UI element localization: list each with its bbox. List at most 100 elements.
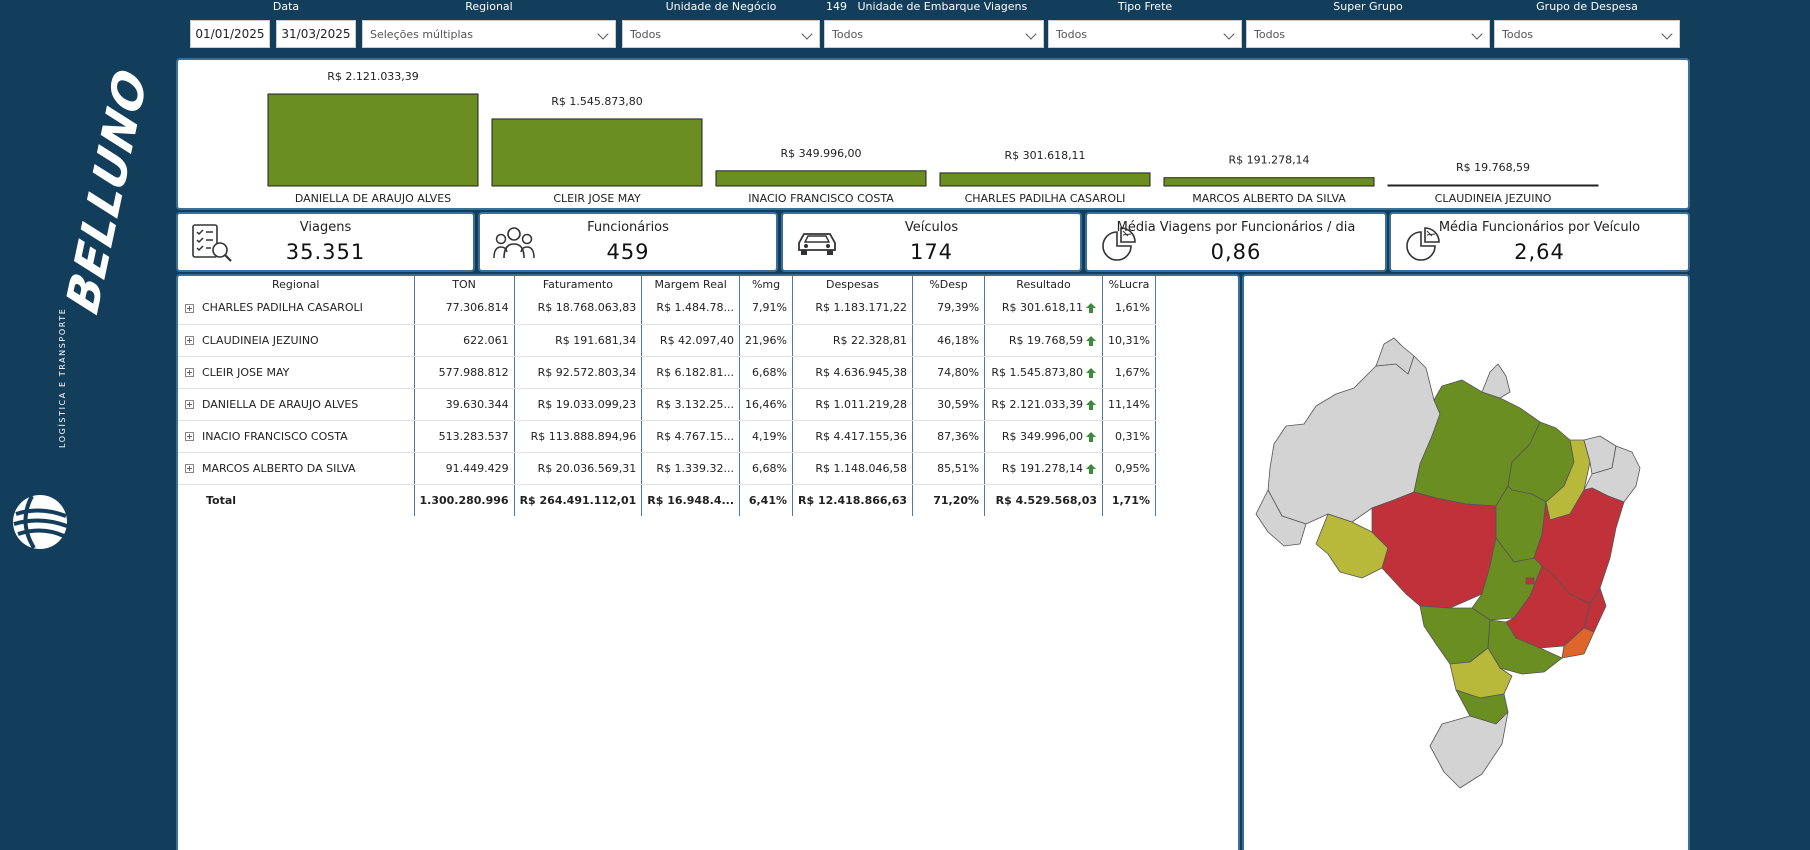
expand-icon[interactable] xyxy=(185,368,194,377)
super-grupo-dropdown[interactable]: Todos xyxy=(1246,20,1490,48)
bar[interactable] xyxy=(267,93,479,187)
expand-icon[interactable] xyxy=(185,303,194,313)
regional-dropdown[interactable]: Seleções múltiplas xyxy=(362,20,616,48)
col-header-ton[interactable]: TON xyxy=(414,276,515,292)
row-cell: R$ 3.132.25... xyxy=(641,388,741,421)
row-cell: R$ 191.681,34 xyxy=(514,324,643,357)
bar-value-label: R$ 191.278,14 xyxy=(1228,154,1309,167)
total-cell: R$ 4.529.568,03 xyxy=(984,484,1104,516)
globe-logo-icon xyxy=(13,495,68,550)
bar[interactable] xyxy=(1387,184,1599,187)
kpi-value: 35.351 xyxy=(285,240,366,264)
kpi-label: Média Viagens por Funcionários / dia xyxy=(1116,220,1356,235)
date-start-input[interactable]: 01/01/2025 xyxy=(190,20,270,48)
row-cell: 21,96% xyxy=(739,324,793,357)
row-cell: 6,68% xyxy=(739,356,793,389)
row-resultado-cell: R$ 1.545.873,80 xyxy=(984,356,1104,389)
chevron-down-icon xyxy=(597,28,609,40)
col-header-desp[interactable]: %Desp xyxy=(912,276,986,292)
grupo-despesa-value: Todos xyxy=(1502,27,1534,41)
regional-name: DANIELLA DE ARAUJO ALVES xyxy=(202,397,359,411)
table-row[interactable]: CLAUDINEIA JEZUINO 622.061 R$ 191.681,34 R$… xyxy=(178,324,1156,357)
bar[interactable] xyxy=(939,172,1151,187)
date-end-input[interactable]: 31/03/2025 xyxy=(276,20,356,48)
arrow-up-icon xyxy=(1086,367,1097,378)
unidade-embarque-value: Todos xyxy=(832,27,864,41)
row-cell: 622.061 xyxy=(414,324,515,357)
unidade-embarque-dropdown[interactable]: Todos xyxy=(824,20,1044,48)
bar[interactable] xyxy=(491,118,703,187)
expand-icon[interactable] xyxy=(185,464,194,473)
resultado-value: R$ 1.545.873,80 xyxy=(991,365,1084,379)
arrow-up-icon xyxy=(1086,399,1097,410)
col-header-regional[interactable]: Regional xyxy=(178,276,415,292)
bar-value-label: R$ 301.618,11 xyxy=(1004,149,1085,162)
table-row[interactable]: MARCOS ALBERTO DA SILVA 91.449.429 R$ 20.0… xyxy=(178,452,1156,485)
expand-icon[interactable] xyxy=(185,400,194,409)
row-cell: R$ 22.328,81 xyxy=(792,324,914,357)
total-cell: R$ 12.418.866,63 xyxy=(792,484,914,516)
col-header-faturamento[interactable]: Faturamento xyxy=(514,276,643,292)
resultado-value: R$ 301.618,11 xyxy=(1001,301,1084,315)
row-cell: 39.630.344 xyxy=(414,388,515,421)
col-header-resultado[interactable]: Resultado xyxy=(984,276,1104,292)
regional-table-panel: Regional TON Faturamento Margem Real %mg… xyxy=(176,274,1240,850)
brand-tagline: LOGÍSTICA E TRANSPORTE xyxy=(58,307,67,448)
col-header-despesas[interactable]: Despesas xyxy=(792,276,914,292)
grupo-despesa-dropdown[interactable]: Todos xyxy=(1494,20,1680,48)
row-cell: 87,36% xyxy=(912,420,986,453)
total-cell: R$ 16.948.4... xyxy=(641,484,741,516)
row-cell: R$ 20.036.569,31 xyxy=(514,452,643,485)
bar-category-label: CLEIR JOSE MAY xyxy=(553,192,641,205)
expand-icon[interactable] xyxy=(185,336,194,345)
bar-value-label: R$ 19.768,59 xyxy=(1456,161,1530,174)
row-cell: 577.988.812 xyxy=(414,356,515,389)
row-cell: R$ 1.148.046,58 xyxy=(792,452,914,485)
row-regional-cell: INACIO FRANCISCO COSTA xyxy=(178,420,414,453)
chevron-down-icon xyxy=(801,28,813,40)
row-resultado-cell: R$ 349.996,00 xyxy=(984,420,1104,453)
table-row[interactable]: CHARLES PADILHA CASAROLI 77.306.814 R$ 18.… xyxy=(178,292,1156,325)
row-cell: 6,68% xyxy=(739,452,793,485)
total-cell: 71,20% xyxy=(912,484,986,516)
unidade-negocio-dropdown[interactable]: Todos xyxy=(622,20,820,48)
row-cell: 16,46% xyxy=(739,388,793,421)
bar-value-label: R$ 2.121.033,39 xyxy=(327,70,419,83)
bar[interactable] xyxy=(1163,177,1375,187)
row-regional-cell: MARCOS ALBERTO DA SILVA xyxy=(178,452,414,485)
chevron-down-icon xyxy=(1661,28,1673,40)
map-state-rs xyxy=(1429,711,1509,789)
row-cell: R$ 4.767.15... xyxy=(641,420,741,453)
regional-name: INACIO FRANCISCO COSTA xyxy=(202,429,348,443)
table-total-row: Total 1.300.280.996 R$ 264.491.112,01 R$ 16… xyxy=(178,484,1156,516)
row-cell: R$ 18.768.063,83 xyxy=(514,292,643,325)
tipo-frete-dropdown[interactable]: Todos xyxy=(1048,20,1242,48)
row-cell: 0,95% xyxy=(1102,452,1156,485)
total-cell: 1.300.280.996 xyxy=(414,484,515,516)
row-regional-cell: DANIELLA DE ARAUJO ALVES xyxy=(178,388,414,421)
row-cell: 46,18% xyxy=(912,324,986,357)
expand-icon[interactable] xyxy=(185,432,194,441)
col-header-lucra[interactable]: %Lucra xyxy=(1102,276,1156,292)
tipo-frete-value: Todos xyxy=(1056,27,1088,41)
row-cell: 513.283.537 xyxy=(414,420,515,453)
bar[interactable] xyxy=(715,170,927,187)
chevron-down-icon xyxy=(1223,28,1235,40)
regional-name: CLEIR JOSE MAY xyxy=(202,365,290,379)
row-cell: 91.449.429 xyxy=(414,452,515,485)
map-state-mt xyxy=(1371,491,1497,609)
kpi-label: Funcionários xyxy=(587,220,669,235)
col-header-margem[interactable]: Margem Real xyxy=(641,276,741,292)
table-row[interactable]: CLEIR JOSE MAY 577.988.812 R$ 92.572.803,3… xyxy=(178,356,1156,389)
super-grupo-value: Todos xyxy=(1254,27,1286,41)
row-cell: 85,51% xyxy=(912,452,986,485)
brazil-map-panel xyxy=(1242,274,1690,850)
col-header-mg[interactable]: %mg xyxy=(739,276,793,292)
unidade-embarque-label: Unidade de Embarque Viagens xyxy=(857,0,1028,13)
map-state-ap xyxy=(1481,363,1511,399)
row-cell: 0,31% xyxy=(1102,420,1156,453)
table-row[interactable]: INACIO FRANCISCO COSTA 513.283.537 R$ 113.… xyxy=(178,420,1156,453)
table-row[interactable]: DANIELLA DE ARAUJO ALVES 39.630.344 R$ 19.… xyxy=(178,388,1156,421)
kpi-media-funcionarios: Média Funcionários por Veículo 2,64 xyxy=(1389,212,1690,272)
row-cell: R$ 1.339.32... xyxy=(641,452,741,485)
